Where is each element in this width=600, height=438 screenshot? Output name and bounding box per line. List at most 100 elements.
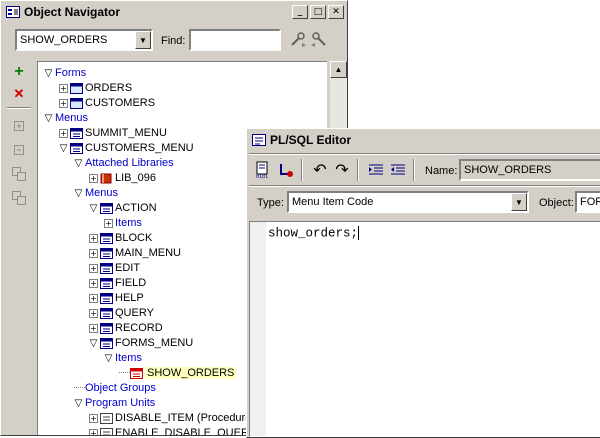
svg-text:0101: 0101: [256, 174, 268, 179]
menu-icon: [100, 292, 113, 304]
find-label: Find:: [161, 35, 186, 47]
expand-node-icon[interactable]: +: [89, 413, 98, 423]
tree-node[interactable]: + ENABLE_DISABLE_QUERY_: [89, 426, 262, 435]
expand-node-icon[interactable]: +: [59, 83, 68, 93]
library-icon: [100, 173, 113, 184]
plsql-editor-window: PL/SQL Editor 0101 ↶ ↷ Name: SHOW_ORDERS…: [246, 128, 600, 438]
expand-node-icon[interactable]: +: [89, 173, 98, 183]
scroll-up-icon[interactable]: ▲: [330, 61, 347, 78]
tree-node[interactable]: + LIB_096: [89, 171, 156, 185]
tree-node[interactable]: ▽ Items: [104, 351, 142, 365]
outdent-icon[interactable]: [387, 159, 409, 181]
expand-node-icon[interactable]: +: [89, 323, 98, 333]
collapse-node-icon[interactable]: ▽: [74, 188, 83, 198]
tree-node[interactable]: + ORDERS: [59, 81, 132, 95]
expand-node-icon[interactable]: +: [89, 233, 98, 243]
chevron-down-icon[interactable]: ▼: [135, 31, 151, 49]
delete-icon[interactable]: ✕: [9, 85, 29, 103]
expand-node-icon[interactable]: +: [89, 308, 98, 318]
expand-node-icon[interactable]: +: [89, 263, 98, 273]
collapse-node-icon[interactable]: ▽: [74, 158, 83, 168]
object-select[interactable]: FOR: [575, 191, 600, 213]
collapse-icon[interactable]: −: [9, 141, 29, 159]
indent-icon[interactable]: [365, 159, 387, 181]
navigator-title: Object Navigator: [24, 5, 121, 19]
expand-all-icon[interactable]: [9, 165, 29, 183]
object-label: Object:: [539, 197, 574, 209]
navigator-titlebar[interactable]: Object Navigator _ □ ✕: [2, 2, 346, 22]
expand-node-icon[interactable]: +: [89, 293, 98, 303]
maximize-button[interactable]: □: [310, 5, 326, 19]
tree-node[interactable]: Object Groups: [74, 381, 156, 395]
tree-node[interactable]: + RECORD: [89, 321, 163, 335]
create-icon[interactable]: +: [9, 63, 29, 81]
tree-node-label: Items: [115, 217, 142, 229]
expand-node-icon[interactable]: +: [89, 278, 98, 288]
expand-node-icon[interactable]: +: [59, 98, 68, 108]
tree-node-label: Program Units: [85, 397, 156, 409]
tree-node[interactable]: ▽ Program Units: [74, 396, 155, 410]
revert-icon[interactable]: [275, 159, 297, 181]
expand-node-icon[interactable]: +: [59, 128, 68, 138]
tree-node[interactable]: + QUERY: [89, 306, 154, 320]
code-gutter: [250, 222, 266, 436]
name-field[interactable]: SHOW_ORDERS: [459, 159, 600, 181]
tree-node-label: DISABLE_ITEM (Procedure: [115, 412, 252, 424]
search-backward-icon[interactable]: [309, 29, 331, 51]
editor-titlebar[interactable]: PL/SQL Editor: [248, 130, 600, 150]
collapse-all-icon[interactable]: [9, 189, 29, 207]
tree-node[interactable]: ▽ CUSTOMERS_MENU: [59, 141, 194, 155]
expand-node-icon[interactable]: +: [89, 248, 98, 258]
menu-icon: [100, 277, 113, 289]
type-select[interactable]: Menu Item Code ▼: [287, 191, 529, 213]
tree-node[interactable]: + EDIT: [89, 261, 140, 275]
menu-icon: [100, 202, 113, 214]
menu-icon: [100, 322, 113, 334]
collapse-node-icon[interactable]: ▽: [89, 338, 98, 348]
text-cursor: [358, 226, 360, 240]
tree-node[interactable]: SHOW_ORDERS: [119, 366, 237, 380]
tree-node-label: ENABLE_DISABLE_QUERY_: [115, 427, 263, 435]
collapse-node-icon[interactable]: ▽: [44, 68, 53, 78]
form-icon: [70, 82, 83, 94]
tree-connector: [119, 366, 130, 373]
compile-icon[interactable]: 0101: [253, 159, 275, 181]
tree-node[interactable]: ▽ FORMS_MENU: [89, 336, 193, 350]
tree-node[interactable]: ▽ Attached Libraries: [74, 156, 174, 170]
search-forward-icon[interactable]: [287, 29, 309, 51]
expand-node-icon[interactable]: +: [104, 218, 113, 228]
chevron-down-icon[interactable]: ▼: [511, 193, 527, 211]
tree-node[interactable]: + FIELD: [89, 276, 146, 290]
tree-node[interactable]: + SUMMIT_MENU: [59, 126, 167, 140]
collapse-node-icon[interactable]: ▽: [104, 353, 113, 363]
tree-node[interactable]: + HELP: [89, 291, 144, 305]
tree-node[interactable]: ▽ Menus: [74, 186, 118, 200]
tree-node-label: Forms: [55, 67, 87, 79]
tree-node-label: RECORD: [115, 322, 163, 334]
tree-node[interactable]: + DISABLE_ITEM (Procedure: [89, 411, 251, 425]
tree-node[interactable]: ▽ ACTION: [89, 201, 157, 215]
tree-node-label: Menus: [55, 112, 89, 124]
collapse-node-icon[interactable]: ▽: [89, 203, 98, 213]
find-input[interactable]: [189, 29, 281, 51]
tree-node[interactable]: + Items: [104, 216, 142, 230]
tree-node[interactable]: + MAIN_MENU: [89, 246, 181, 260]
tree-node[interactable]: ▽ Forms: [44, 66, 86, 80]
expand-icon[interactable]: +: [9, 117, 29, 135]
tree-node-label: Attached Libraries: [85, 157, 174, 169]
collapse-node-icon[interactable]: ▽: [44, 113, 53, 123]
module-select[interactable]: SHOW_ORDERS ▼: [15, 29, 153, 51]
tree-node-label: LIB_096: [115, 172, 156, 184]
redo-icon[interactable]: ↷: [331, 159, 353, 181]
close-button[interactable]: ✕: [328, 5, 344, 19]
tree-node[interactable]: ▽ Menus: [44, 111, 88, 125]
undo-icon[interactable]: ↶: [309, 159, 331, 181]
tree-node[interactable]: + CUSTOMERS: [59, 96, 155, 110]
code-editor[interactable]: [249, 221, 600, 437]
expand-node-icon[interactable]: +: [89, 428, 98, 435]
collapse-node-icon[interactable]: ▽: [59, 143, 68, 153]
minimize-button[interactable]: _: [292, 5, 308, 19]
code-text[interactable]: show_orders;: [268, 226, 360, 240]
tree-node[interactable]: + BLOCK: [89, 231, 152, 245]
collapse-node-icon[interactable]: ▽: [74, 398, 83, 408]
